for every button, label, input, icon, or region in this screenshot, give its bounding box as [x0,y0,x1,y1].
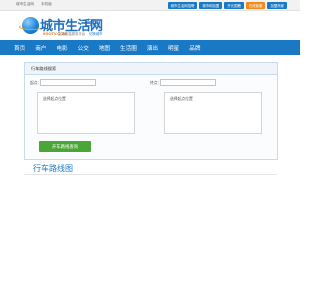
nav-item-home[interactable]: 首页 [14,44,25,52]
route-map-title: 行车路线图 [33,164,73,173]
nav-item-map[interactable]: 地图 [99,44,110,52]
globe-icon [19,17,44,34]
nav-item-merchants[interactable]: 商户 [35,44,46,52]
from-suggestion-box[interactable]: 选择起点位置 [37,92,135,134]
main-nav: 首页 商户 电影 公交 地图 生活圈 演出 明星 品牌 [0,40,300,55]
nav-item-movies[interactable]: 电影 [56,44,67,52]
nav-item-bus[interactable]: 公交 [78,44,89,52]
top-link-online-service[interactable]: 在线客服 [245,1,266,10]
top-left-links: 城市生活网 手机版 [16,2,58,7]
logo-city: 百色 [85,20,99,27]
site-logo[interactable]: 城市生活网 百色 0GOTV.COM 生活信息服务平台 切换城市 [19,15,103,39]
top-link-kaiyuan[interactable]: 开元国籍 [224,1,244,10]
switch-city-link[interactable]: 切换城市 [89,31,103,36]
route-search-button[interactable]: 开车路线查询 [39,141,91,152]
divider [24,174,277,175]
top-link-join[interactable]: 城市网加盟 [199,1,223,10]
to-suggestion-hint: 选择起点位置 [170,97,193,101]
nav-item-brands[interactable]: 品牌 [189,44,200,52]
to-suggestion-box[interactable]: 选择起点位置 [164,92,262,134]
from-input[interactable] [40,79,96,86]
top-right-links: 城市生活网招聘 城市网加盟 开元国籍 在线客服 加盟商家 [167,1,287,10]
nav-item-stars[interactable]: 明星 [168,44,179,52]
top-link-jobs[interactable]: 城市生活网招聘 [167,1,198,10]
panel-title: 行车路线搜索 [25,63,277,75]
top-link-home[interactable]: 城市生活网 [16,2,34,6]
top-link-merchants[interactable]: 加盟商家 [267,1,287,10]
to-input[interactable] [160,79,216,86]
from-suggestion-hint: 选择起点位置 [43,97,66,101]
top-link-mobile[interactable]: 手机版 [41,2,52,6]
nav-item-life-circle[interactable]: 生活圈 [120,44,137,52]
nav-item-shows[interactable]: 演出 [147,44,158,52]
logo-slogan: 生活信息服务平台 [58,31,86,36]
top-utility-bar: 城市生活网 手机版 城市生活网招聘 城市网加盟 开元国籍 在线客服 加盟商家 [0,0,300,11]
